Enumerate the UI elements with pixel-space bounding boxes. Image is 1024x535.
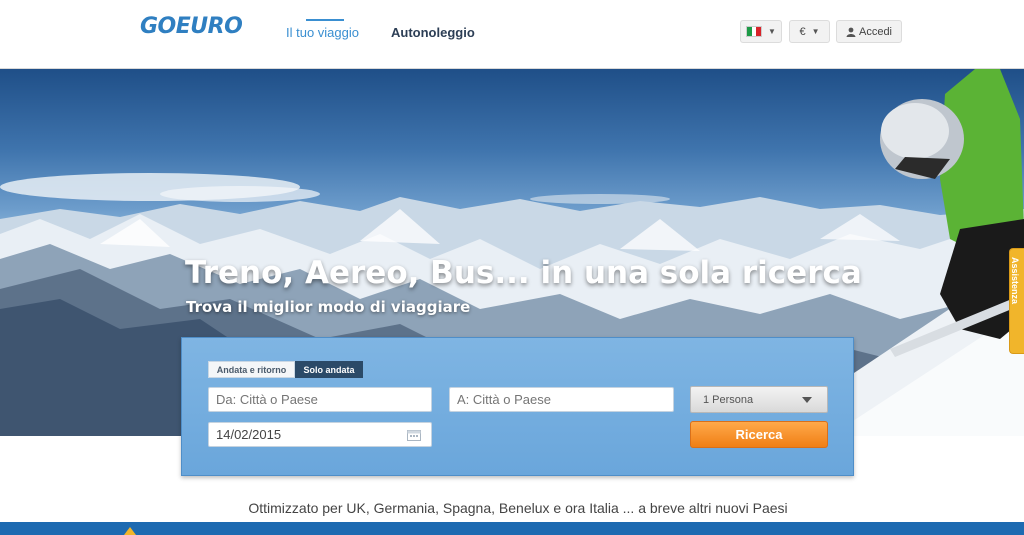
hero-subtitle: Trova il miglior modo di viaggiare [186, 298, 471, 316]
from-input[interactable] [208, 387, 432, 412]
nav-car-rental[interactable]: Autonoleggio [391, 25, 475, 40]
footer-bar [0, 522, 1024, 535]
to-input[interactable] [449, 387, 674, 412]
assistance-label: Assistenza [1010, 257, 1020, 305]
one-way-toggle[interactable]: Solo andata [295, 361, 363, 378]
persons-select[interactable]: 1 Persona [690, 386, 828, 413]
dropdown-arrow-icon [802, 397, 812, 403]
calendar-icon[interactable] [407, 429, 421, 441]
search-button[interactable]: Ricerca [690, 421, 828, 448]
italy-flag-icon [746, 26, 763, 37]
language-selector[interactable]: ▼ [740, 20, 782, 43]
assistance-tab[interactable]: Assistenza [1009, 248, 1024, 354]
persons-label: 1 Persona [703, 393, 754, 406]
user-icon [846, 27, 856, 37]
caret-down-icon: ▼ [811, 27, 820, 36]
caret-down-icon: ▼ [768, 27, 776, 36]
round-trip-toggle[interactable]: Andata e ritorno [208, 361, 295, 378]
nav-your-trip[interactable]: Il tuo viaggio [286, 25, 359, 40]
top-header: GOEURO Il tuo viaggio Autonoleggio ▼ € ▼… [0, 0, 1024, 69]
hero-title: Treno, Aereo, Bus... in una sola ricerca [185, 255, 862, 291]
login-label: Accedi [858, 25, 893, 38]
search-panel: Andata e ritorno Solo andata 1 Persona R… [181, 337, 854, 476]
goeuro-logo[interactable]: GOEURO [140, 14, 243, 39]
login-button[interactable]: Accedi [836, 20, 902, 43]
currency-label: € [799, 25, 806, 38]
footer-logo-icon [124, 527, 136, 535]
active-nav-indicator [306, 19, 344, 21]
date-input[interactable] [208, 422, 432, 447]
coverage-info-text: Ottimizzato per UK, Germania, Spagna, Be… [248, 500, 788, 516]
currency-selector[interactable]: € ▼ [789, 20, 830, 43]
